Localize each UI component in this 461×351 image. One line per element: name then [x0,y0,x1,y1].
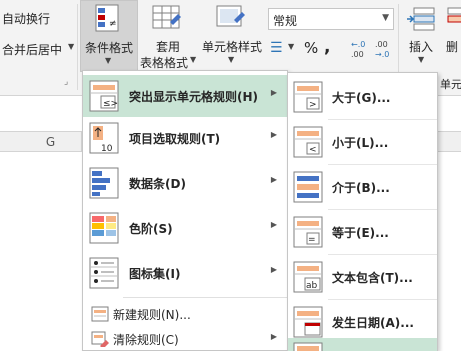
menu-item-top-bottom-rules[interactable]: 10 项目选取规则(T) ▶ [83,117,287,159]
conditional-format-button[interactable]: ≠ 条件格式 ▼ [80,0,138,72]
chevron-down-icon: ▼ [190,55,197,64]
conditional-format-menu: ≤> 突出显示单元格规则(H) ▶ 10 项目选取规则(T) ▶ 数据条(D) … [82,70,288,351]
svg-text:←.0: ←.0 [351,40,365,49]
submenu-item-equal-to[interactable]: = 等于(E)... [288,210,437,254]
menu-item-label: 新建规则(N)... [113,308,191,322]
submenu-item-label: 介于(B)... [332,181,390,195]
svg-text:<: < [309,145,317,155]
submenu-arrow-icon: ▶ [270,130,277,139]
insert-label: 插入 [408,40,433,54]
data-bars-icon [89,167,119,199]
svg-text:→.0: →.0 [375,50,389,59]
submenu-item-less-than[interactable]: < 小于(L)... [288,120,437,164]
menu-item-label: 数据条(D) [129,177,186,191]
insert-button[interactable]: 插入 ▼ [402,0,442,72]
less-than-icon: < [293,126,323,158]
highlight-rules-submenu: > 大于(G)... < 小于(L)... 介于(B)... = 等于(E)..… [287,72,438,351]
chevron-down-icon: ▼ [228,55,235,64]
cell-styles-button[interactable]: 单元格样式 ▼ [198,0,266,72]
conditional-format-icon: ≠ [95,4,119,32]
equal-to-icon: = [293,216,323,248]
format-as-table-button[interactable]: 套用 表格格式 ▼ [140,0,196,72]
submenu-item-label: 大于(G)... [332,91,391,105]
greater-than-icon: > [293,81,323,113]
chevron-down-icon: ▼ [418,55,425,64]
menu-item-data-bars[interactable]: 数据条(D) ▶ [83,162,287,204]
menu-item-label: 项目选取规则(T) [129,132,221,146]
top-bottom-rules-icon: 10 [89,122,119,154]
color-scales-icon [89,212,119,244]
highlight-cells-icon: ≤> [89,80,119,112]
menu-item-icon-sets[interactable]: 图标集(I) ▶ [83,252,287,294]
number-format-select[interactable]: 常规 ▼ [268,8,394,30]
text-contains-icon: ab [293,261,323,293]
menu-item-clear-rules[interactable]: 清除规则(C) ▶ [83,324,287,351]
chevron-down-icon[interactable]: ▼ [288,42,294,51]
svg-text:≤>: ≤> [103,99,118,109]
delete-cells-icon [447,7,461,23]
menu-item-label: 色阶(S) [129,222,173,236]
chevron-down-icon: ▼ [382,13,389,23]
submenu-item-text-contains[interactable]: ab 文本包含(T)... [288,255,437,299]
svg-text:ab: ab [306,281,318,291]
column-header-g[interactable]: G [20,132,82,152]
merge-center-button[interactable]: 合并后居中 [2,41,62,58]
wrap-text-button[interactable]: 自动换行 [2,10,50,27]
submenu-item-label: 发生日期(A)... [332,316,414,330]
menu-item-label: 图标集(I) [129,267,181,281]
submenu-arrow-icon: ▶ [270,175,277,184]
merge-dropdown-arrow-icon[interactable]: ▼ [68,42,74,51]
icon-sets-icon [89,257,119,289]
currency-icon[interactable]: ☰ [270,40,283,56]
cell-styles-icon [216,5,245,27]
delete-label: 删 [446,40,459,54]
chevron-down-icon: ▼ [105,56,112,65]
menu-item-label: 清除规则(C) [113,333,179,347]
format-as-table-label-line1: 套用 [155,40,180,54]
submenu-arrow-icon: ▶ [270,265,277,274]
date-occurring-icon [293,306,323,338]
svg-text:≠: ≠ [109,19,117,29]
number-format-value: 常规 [273,14,298,28]
between-icon [293,171,323,203]
delete-button[interactable]: 删 [444,0,461,72]
submenu-item-duplicate-values[interactable] [288,338,437,351]
format-as-table-label-line2: 表格格式 [139,56,188,70]
submenu-item-label: 小于(L)... [332,136,389,150]
svg-text:=: = [308,235,316,245]
new-rule-icon [91,306,109,322]
svg-text:.00: .00 [375,40,388,49]
svg-text:.00: .00 [351,50,364,59]
submenu-arrow-icon: ▶ [270,332,277,341]
menu-item-highlight-cells-rules[interactable]: ≤> 突出显示单元格规则(H) ▶ [83,75,287,117]
menu-item-color-scales[interactable]: 色阶(S) ▶ [83,207,287,249]
duplicate-values-icon [293,342,323,351]
table-format-icon [152,5,181,29]
submenu-item-greater-than[interactable]: > 大于(G)... [288,75,437,119]
comma-button[interactable]: , [324,37,330,57]
group-separator [77,4,78,90]
cells-group-label: 单元 [440,78,461,91]
conditional-format-label: 条件格式 [84,41,133,55]
cell-styles-label: 单元格样式 [201,40,262,54]
percent-button[interactable]: % [304,39,318,57]
submenu-item-label: 文本包含(T)... [332,271,413,285]
menu-separator [123,297,287,298]
svg-text:>: > [309,100,317,110]
submenu-arrow-icon: ▶ [270,88,277,97]
submenu-item-label: 等于(E)... [332,226,389,240]
svg-text:10: 10 [101,144,113,154]
decrease-decimal-icon[interactable]: .00 →.0 [374,38,394,60]
dialog-launcher-icon[interactable]: ⌟ [64,77,68,87]
submenu-item-between[interactable]: 介于(B)... [288,165,437,209]
increase-decimal-icon[interactable]: ←.0 .00 [350,38,370,60]
insert-cells-icon [407,7,435,31]
menu-item-label: 突出显示单元格规则(H) [129,90,259,104]
clear-rules-icon [91,331,109,347]
submenu-arrow-icon: ▶ [270,220,277,229]
